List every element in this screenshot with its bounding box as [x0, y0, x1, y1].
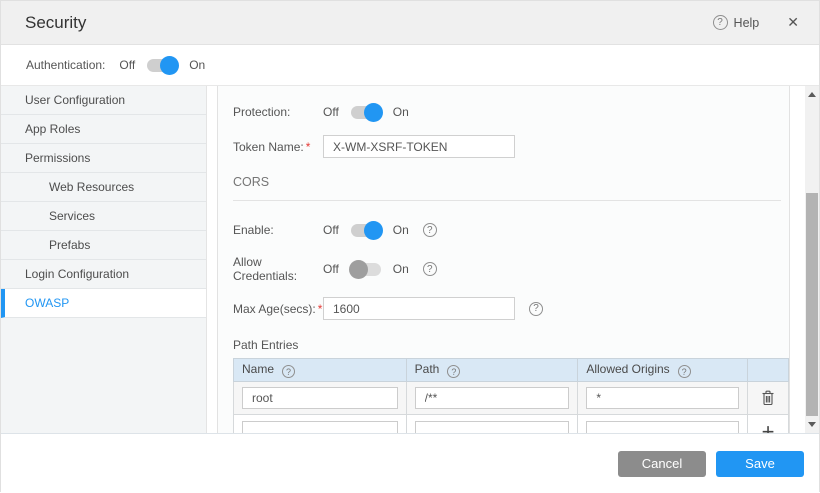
toggle-knob[interactable]	[364, 103, 383, 122]
sidebar-item-user-configuration[interactable]: User Configuration	[1, 86, 206, 115]
path-column-help-icon[interactable]: ?	[447, 365, 460, 378]
sidebar-item-prefabs[interactable]: Prefabs	[1, 231, 206, 260]
max-age-help-icon[interactable]: ?	[529, 302, 543, 316]
authentication-row: Authentication: Off On	[1, 45, 819, 86]
allowed-origins-column-help-icon[interactable]: ?	[678, 365, 691, 378]
column-header-path: Path?	[406, 359, 578, 382]
max-age-row: Max Age(secs):* ?	[233, 297, 781, 320]
required-marker: *	[318, 302, 323, 316]
toggle-on-label: On	[393, 105, 409, 119]
toggle-on-label: On	[393, 262, 409, 276]
allow-credentials-label: Allow Credentials:	[233, 255, 323, 283]
row1-allowed-origins-input[interactable]	[586, 387, 739, 409]
owasp-settings-panel: Protection: Off On Token Name:* CORS Ena…	[217, 86, 790, 433]
scroll-up-arrow-icon[interactable]	[808, 92, 816, 97]
toggle-off-label: Off	[323, 262, 339, 276]
protection-label: Protection:	[233, 105, 323, 119]
sidebar-item-owasp[interactable]: OWASP	[1, 289, 206, 318]
row2-path-input[interactable]	[415, 421, 570, 434]
toggle-knob[interactable]	[364, 221, 383, 240]
cors-enable-label: Enable:	[233, 223, 323, 237]
toggle-track[interactable]	[351, 224, 381, 237]
token-name-label: Token Name:*	[233, 140, 323, 154]
row2-allowed-origins-input[interactable]	[586, 421, 739, 434]
sidebar-item-app-roles[interactable]: App Roles	[1, 115, 206, 144]
name-column-help-icon[interactable]: ?	[282, 365, 295, 378]
toggle-track[interactable]	[351, 263, 381, 276]
delete-row-button[interactable]	[761, 390, 775, 409]
content-right-gap	[790, 86, 805, 433]
protection-toggle[interactable]: Off On	[323, 105, 409, 119]
table-row	[234, 382, 789, 415]
toggle-off-label: Off	[119, 58, 135, 72]
token-name-row: Token Name:*	[233, 135, 781, 158]
cors-enable-help-icon[interactable]: ?	[423, 223, 437, 237]
page-title: Security	[25, 13, 86, 33]
cors-divider	[233, 200, 781, 201]
help-icon[interactable]: ?	[713, 15, 728, 30]
sidebar-item-web-resources[interactable]: Web Resources	[1, 173, 206, 202]
path-entries-table: Name? Path? Allowed Origins?	[233, 358, 789, 433]
protection-row: Protection: Off On	[233, 105, 781, 119]
scrollbar-thumb[interactable]	[806, 193, 818, 416]
cors-enable-row: Enable: Off On ?	[233, 223, 781, 237]
column-header-actions	[748, 359, 789, 382]
toggle-knob[interactable]	[160, 56, 179, 75]
toggle-off-label: Off	[323, 223, 339, 237]
cors-section-heading: CORS	[233, 175, 781, 189]
max-age-label: Max Age(secs):*	[233, 302, 323, 316]
cors-enable-toggle[interactable]: Off On	[323, 223, 409, 237]
toggle-off-label: Off	[323, 105, 339, 119]
authentication-label: Authentication:	[26, 58, 105, 72]
required-marker: *	[306, 140, 311, 154]
sidebar-item-login-configuration[interactable]: Login Configuration	[1, 260, 206, 289]
toggle-knob[interactable]	[349, 260, 368, 279]
path-entries-title: Path Entries	[233, 338, 781, 352]
column-header-allowed-origins: Allowed Origins?	[578, 359, 748, 382]
token-name-input[interactable]	[323, 135, 515, 158]
trash-icon	[761, 390, 775, 406]
dialog-titlebar: Security ? Help ✕	[1, 1, 819, 45]
add-row-button[interactable]: +	[756, 415, 780, 433]
save-button[interactable]: Save	[716, 451, 804, 477]
dialog-footer: Cancel Save	[1, 433, 819, 493]
sidebar-content-gap	[207, 86, 217, 433]
sidebar-item-services[interactable]: Services	[1, 202, 206, 231]
help-link[interactable]: Help	[734, 16, 760, 30]
sidebar-item-permissions[interactable]: Permissions	[1, 144, 206, 173]
row1-path-input[interactable]	[415, 387, 570, 409]
close-icon[interactable]: ✕	[787, 14, 799, 31]
row2-name-input[interactable]	[242, 421, 398, 434]
sidebar: User Configuration App Roles Permissions…	[1, 86, 207, 433]
allow-credentials-help-icon[interactable]: ?	[423, 262, 437, 276]
cancel-button[interactable]: Cancel	[618, 451, 706, 477]
table-row: +	[234, 415, 789, 434]
vertical-scrollbar[interactable]	[805, 86, 819, 433]
allow-credentials-toggle[interactable]: Off On	[323, 262, 409, 276]
row1-name-input[interactable]	[242, 387, 398, 409]
toggle-on-label: On	[189, 58, 205, 72]
scroll-down-arrow-icon[interactable]	[808, 422, 816, 427]
dialog-body: User Configuration App Roles Permissions…	[1, 86, 819, 433]
allow-credentials-row: Allow Credentials: Off On ?	[233, 255, 781, 283]
table-header-row: Name? Path? Allowed Origins?	[234, 359, 789, 382]
max-age-input[interactable]	[323, 297, 515, 320]
toggle-on-label: On	[393, 223, 409, 237]
authentication-toggle[interactable]: Off On	[119, 58, 205, 72]
toggle-track[interactable]	[147, 59, 177, 72]
toggle-track[interactable]	[351, 106, 381, 119]
column-header-name: Name?	[234, 359, 407, 382]
